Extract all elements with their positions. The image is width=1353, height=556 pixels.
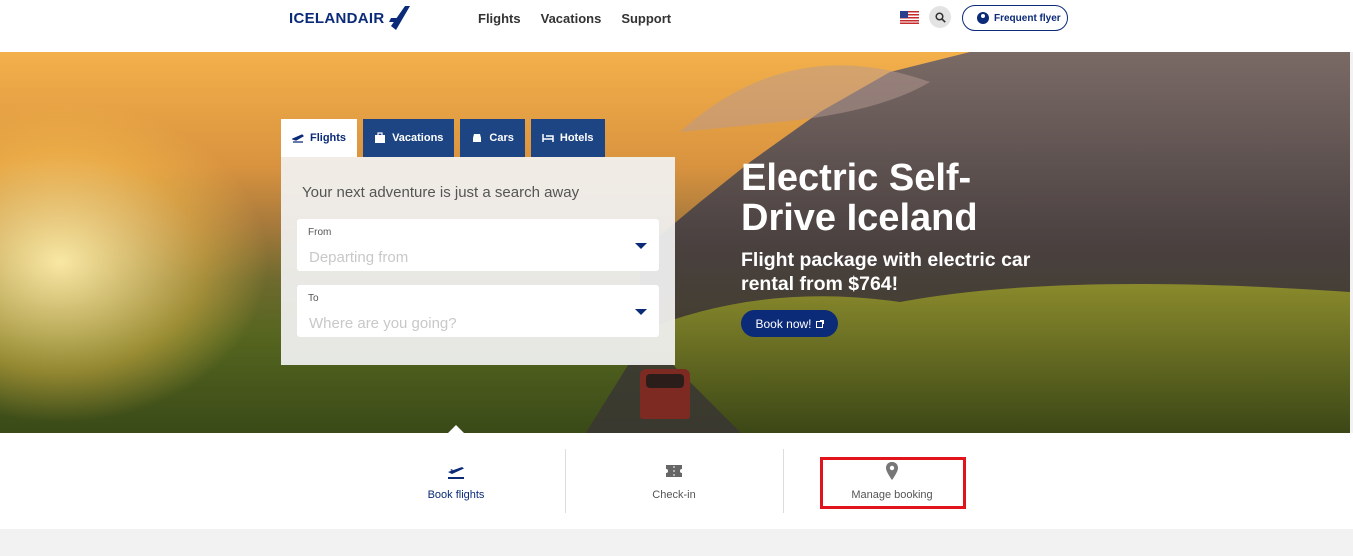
book-now-button[interactable]: Book now!: [741, 310, 838, 337]
book-now-label: Book now!: [755, 316, 812, 331]
brand-name: ICELANDAIR: [289, 9, 385, 27]
tab-flights-label: Flights: [310, 132, 347, 144]
tab-vacations[interactable]: Vacations: [363, 119, 455, 157]
nav-flights[interactable]: Flights: [478, 11, 521, 26]
us-flag-icon[interactable]: [900, 11, 919, 24]
from-placeholder: Departing from: [309, 249, 409, 266]
search-button[interactable]: [929, 6, 951, 28]
nav-support[interactable]: Support: [621, 11, 671, 26]
frequent-flyer-label: Frequent flyer: [994, 12, 1061, 24]
to-placeholder: Where are you going?: [309, 315, 457, 332]
to-field[interactable]: To Where are you going?: [297, 285, 659, 337]
icelandair-logo[interactable]: ICELANDAIR: [289, 5, 410, 31]
search-panel-title: Your next adventure is just a search awa…: [302, 184, 580, 201]
from-label: From: [308, 227, 332, 238]
main-nav: Flights Vacations Support: [478, 11, 671, 26]
ticket-icon: [666, 465, 682, 477]
site-header: ICELANDAIR Flights Vacations Support Fre…: [0, 0, 1353, 52]
tab-hotels-label: Hotels: [559, 132, 594, 144]
book-flights-link[interactable]: Book flights: [347, 449, 565, 513]
flight-search-panel: Your next adventure is just a search awa…: [281, 157, 675, 365]
check-in-label: Check-in: [652, 489, 696, 501]
nav-vacations[interactable]: Vacations: [541, 11, 602, 26]
quick-links-bar: Book flights Check-in Manage booking: [0, 433, 1353, 529]
selected-pointer: [448, 425, 464, 433]
car-icon: [473, 134, 482, 142]
tab-hotels[interactable]: Hotels: [530, 119, 605, 157]
book-flights-label: Book flights: [427, 489, 485, 501]
check-in-link[interactable]: Check-in: [565, 449, 783, 513]
plane-icon: [292, 134, 304, 143]
search-icon: [934, 11, 946, 23]
hero-banner: [0, 52, 1350, 433]
tab-cars[interactable]: Cars: [460, 119, 525, 157]
hero-subtitle: Flight package with electric car rental …: [741, 249, 1031, 295]
booking-tabs: Flights Vacations Cars Hotels: [281, 119, 605, 157]
plane-departure-icon: [448, 467, 464, 479]
to-label: To: [308, 293, 319, 304]
car-image: [640, 369, 690, 419]
bed-icon: [542, 134, 554, 142]
user-icon: [977, 12, 989, 24]
tab-cars-label: Cars: [489, 132, 514, 144]
frequent-flyer-button[interactable]: Frequent flyer: [962, 5, 1068, 31]
suitcase-icon: [375, 132, 386, 143]
chevron-down-icon: [635, 309, 647, 315]
tab-flights[interactable]: Flights: [281, 119, 358, 157]
from-field[interactable]: From Departing from: [297, 219, 659, 271]
manage-booking-highlight: [820, 457, 966, 509]
tab-vacations-label: Vacations: [392, 132, 444, 144]
wing-logo-icon: [388, 6, 410, 30]
external-link-icon: [815, 319, 824, 328]
chevron-down-icon: [635, 243, 647, 249]
hero-title: Electric Self-Drive Iceland: [741, 157, 978, 239]
